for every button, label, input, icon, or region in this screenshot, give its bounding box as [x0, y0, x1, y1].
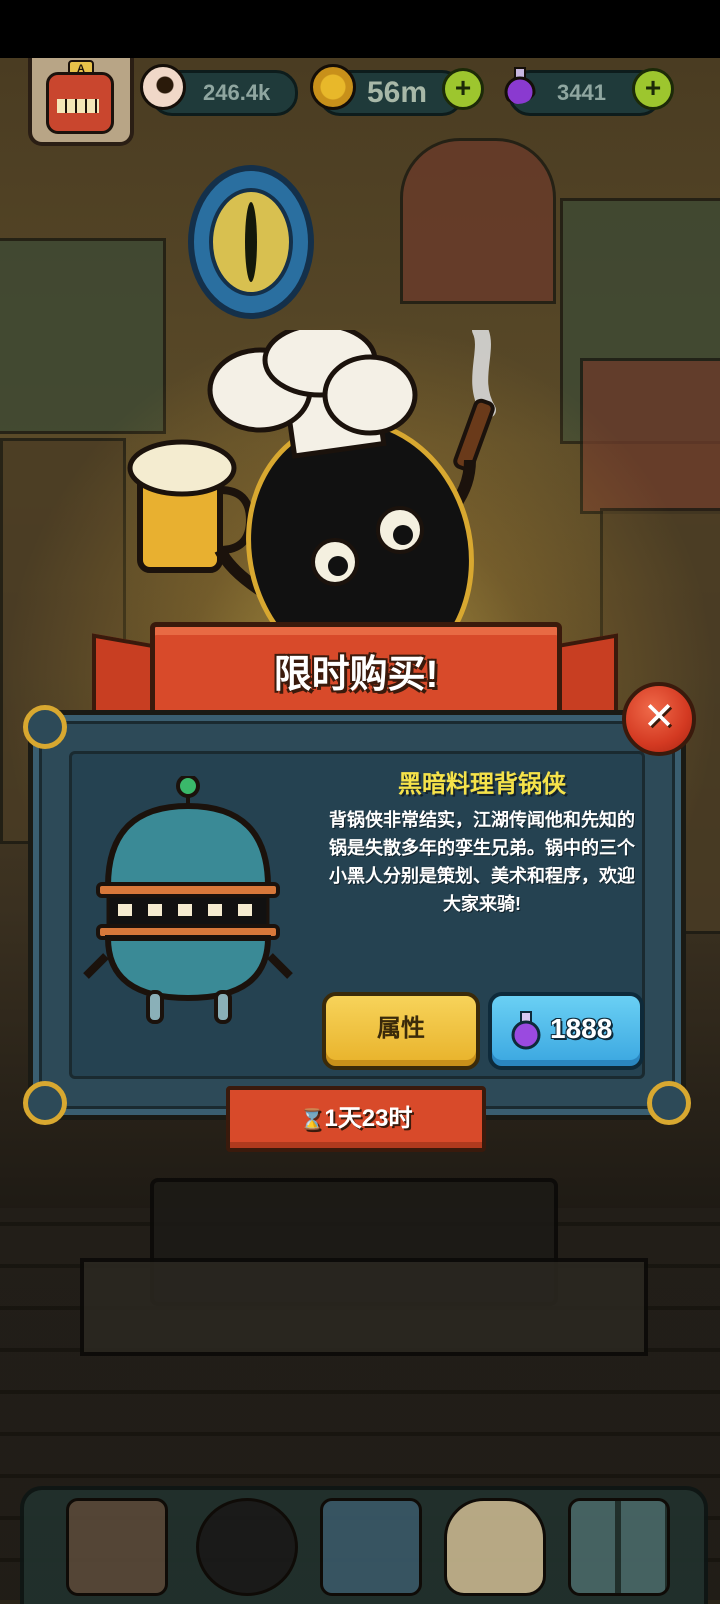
eyeball-icon — [140, 64, 186, 110]
eyes-value: 246.4k — [203, 80, 271, 105]
hourglass-icon: ⌛ — [299, 1109, 325, 1131]
avatar — [46, 72, 114, 134]
close-button[interactable]: ✕ — [622, 682, 696, 756]
attributes-button[interactable]: 属性 — [322, 992, 480, 1070]
status-bar — [0, 0, 720, 58]
offer-timer: ⌛1天23时 — [226, 1086, 486, 1152]
eye-portal-icon — [188, 165, 314, 319]
add-coins-button[interactable]: + — [442, 68, 484, 110]
nav-bag-icon[interactable] — [444, 1498, 546, 1596]
attributes-button-label: 属性 — [377, 1015, 425, 1042]
coins-value: 56m — [367, 76, 428, 109]
potion-icon — [504, 67, 536, 104]
panel-corner-ornament — [23, 1081, 67, 1125]
potion-icon — [511, 1011, 541, 1050]
nav-building-icon[interactable] — [66, 1498, 168, 1596]
price-label: 1888 — [550, 1013, 613, 1044]
bottom-nav — [20, 1486, 708, 1604]
panel-corner-ornament — [23, 705, 67, 749]
resource-bar: A 246.4k 56m + 3441 + — [0, 58, 720, 148]
pot-monster-illustration — [83, 776, 293, 1024]
nav-book-icon[interactable] — [320, 1498, 422, 1596]
banner-title: 限时购买! — [273, 654, 439, 696]
hero-description: 背锅侠非常结实，江湖传闻他和先知的锅是失散多年的孪生兄弟。锅中的三个小黑人分别是… — [329, 810, 635, 914]
hero-name: 黑暗料理背锅侠 — [398, 771, 566, 798]
timer-text: 1天23时 — [324, 1105, 413, 1132]
close-icon: ✕ — [643, 696, 675, 738]
coin-icon — [310, 64, 356, 110]
buy-button[interactable]: 1888 — [488, 992, 644, 1070]
panel-corner-ornament — [647, 1081, 691, 1125]
nav-grid-icon[interactable] — [568, 1498, 670, 1596]
potions-value: 3441 — [557, 80, 606, 105]
player-avatar-badge[interactable]: A — [28, 58, 134, 146]
nav-monster-icon[interactable] — [196, 1498, 298, 1596]
chef-monster-illustration — [127, 330, 496, 650]
add-potions-button[interactable]: + — [632, 68, 674, 110]
